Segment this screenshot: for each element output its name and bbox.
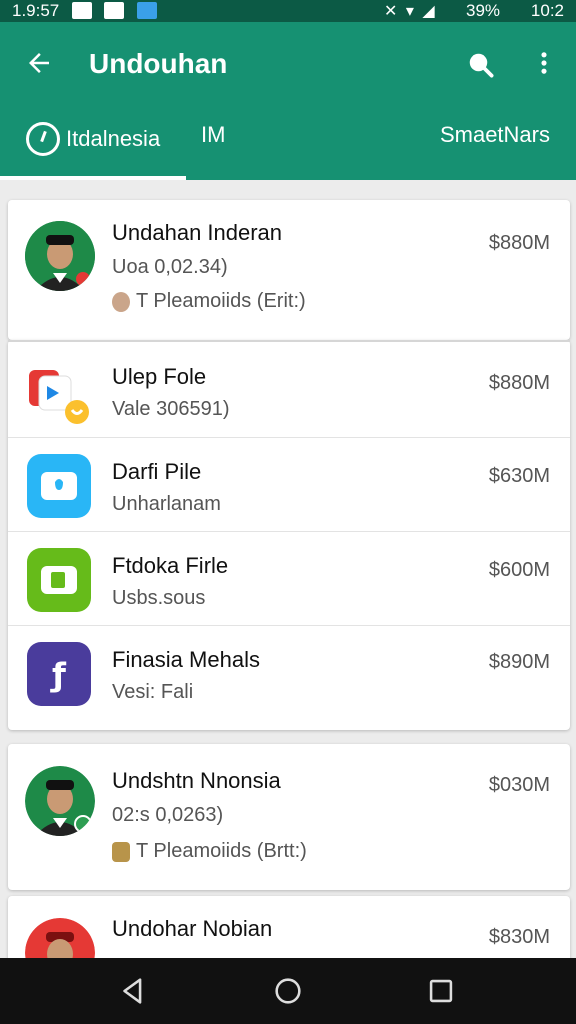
arrow-left-icon[interactable] (24, 48, 54, 78)
item-source: T Pleamoiids (Brtt:) (112, 840, 307, 863)
list-item[interactable]: Darfi Pile Unharlanam $630M (8, 437, 570, 531)
item-detail: Usbs.sous (112, 587, 206, 609)
item-detail: Uoa 0,02.34) (112, 256, 228, 278)
more-vert-icon[interactable] (530, 48, 558, 78)
nav-back-icon[interactable] (116, 974, 150, 1008)
item-price: $600M (488, 559, 550, 581)
item-source: T Pleamoiids (Erit:) (112, 290, 306, 313)
status-bar: 1.9:57 ✕ ▾ ◢ 39% 10:2 (0, 0, 576, 22)
tab-im[interactable]: IM (201, 122, 225, 148)
battery-level: 39% (466, 1, 501, 20)
item-price: $890M (488, 651, 550, 673)
file-app-icon (29, 370, 89, 424)
search-icon[interactable] (466, 50, 496, 80)
finance-app-icon: ƒ (27, 642, 91, 706)
item-name: Undshtn Nnonsia (112, 768, 281, 793)
item-detail: Unharlanam (112, 493, 221, 515)
list-item[interactable]: Undahan Inderan Uoa 0,02.34) T Pleamoiid… (8, 200, 570, 340)
item-name: Ftdoka Firle (112, 553, 229, 578)
transaction-card: Ulep Fole Vale 306591) $880M Darfi Pile … (8, 340, 570, 730)
page-title: Undouhan (89, 48, 228, 79)
item-name: Undahan Inderan (112, 220, 283, 245)
wallet-app-icon (27, 454, 91, 518)
tab-itdalnesia[interactable]: Itdalnesia (26, 122, 160, 156)
nav-recents-icon[interactable] (424, 974, 458, 1008)
card-app-icon (27, 548, 91, 612)
item-name: Undohar Nobian (112, 916, 273, 941)
item-detail: 02:s 0,0263) (112, 804, 224, 826)
system-nav-bar (0, 958, 576, 1024)
item-price: $880M (488, 372, 550, 394)
list-item[interactable]: Ftdoka Firle Usbs.sous $600M (8, 531, 570, 625)
clock-icon (26, 122, 60, 156)
status-time-right: 10:2 (530, 1, 564, 20)
avatar (25, 766, 95, 836)
nav-home-icon[interactable] (271, 974, 305, 1008)
item-detail: Vale 306591) (112, 398, 230, 420)
wallet-icon (112, 841, 130, 862)
app-bar: Undouhan Itdalnesia IM SmaetNars (0, 22, 576, 180)
signal-icons: ✕ ▾ ◢ (384, 3, 437, 20)
item-price: $880M (488, 232, 550, 254)
svg-text:ƒ: ƒ (50, 656, 67, 694)
list-item[interactable]: Ulep Fole Vale 306591) $880M (8, 340, 570, 437)
list-item[interactable]: Undshtn Nnonsia 02:s 0,0263) T Pleamoiid… (8, 744, 570, 890)
item-source-text: T Pleamoiids (Erit:) (136, 290, 306, 312)
gmail-notification-icon (72, 2, 92, 19)
item-name: Darfi Pile (112, 459, 202, 484)
item-source-text: T Pleamoiids (Brtt:) (136, 840, 307, 862)
item-name: Ulep Fole (112, 364, 207, 389)
item-detail: Vesi: Fali (112, 681, 194, 703)
item-price: $630M (488, 465, 550, 487)
tab-indicator (0, 176, 186, 180)
status-time-left: 1.9:57 (12, 1, 60, 20)
transaction-card: Undahan Inderan Uoa 0,02.34) T Pleamoiid… (8, 200, 570, 340)
item-price: $030M (488, 774, 550, 796)
item-price: $830M (488, 926, 550, 948)
app-notification-icon (137, 2, 157, 19)
photo-notification-icon (104, 2, 124, 19)
transaction-card: Undshtn Nnonsia 02:s 0,0263) T Pleamoiid… (8, 744, 570, 890)
tab-smaetnars[interactable]: SmaetNars (440, 122, 550, 148)
avatar (25, 221, 95, 291)
person-icon (112, 291, 130, 312)
tab-label: Itdalnesia (66, 126, 161, 151)
list-item[interactable]: ƒ Finasia Mehals Vesi: Fali $890M (8, 625, 570, 730)
item-name: Finasia Mehals (112, 647, 260, 672)
